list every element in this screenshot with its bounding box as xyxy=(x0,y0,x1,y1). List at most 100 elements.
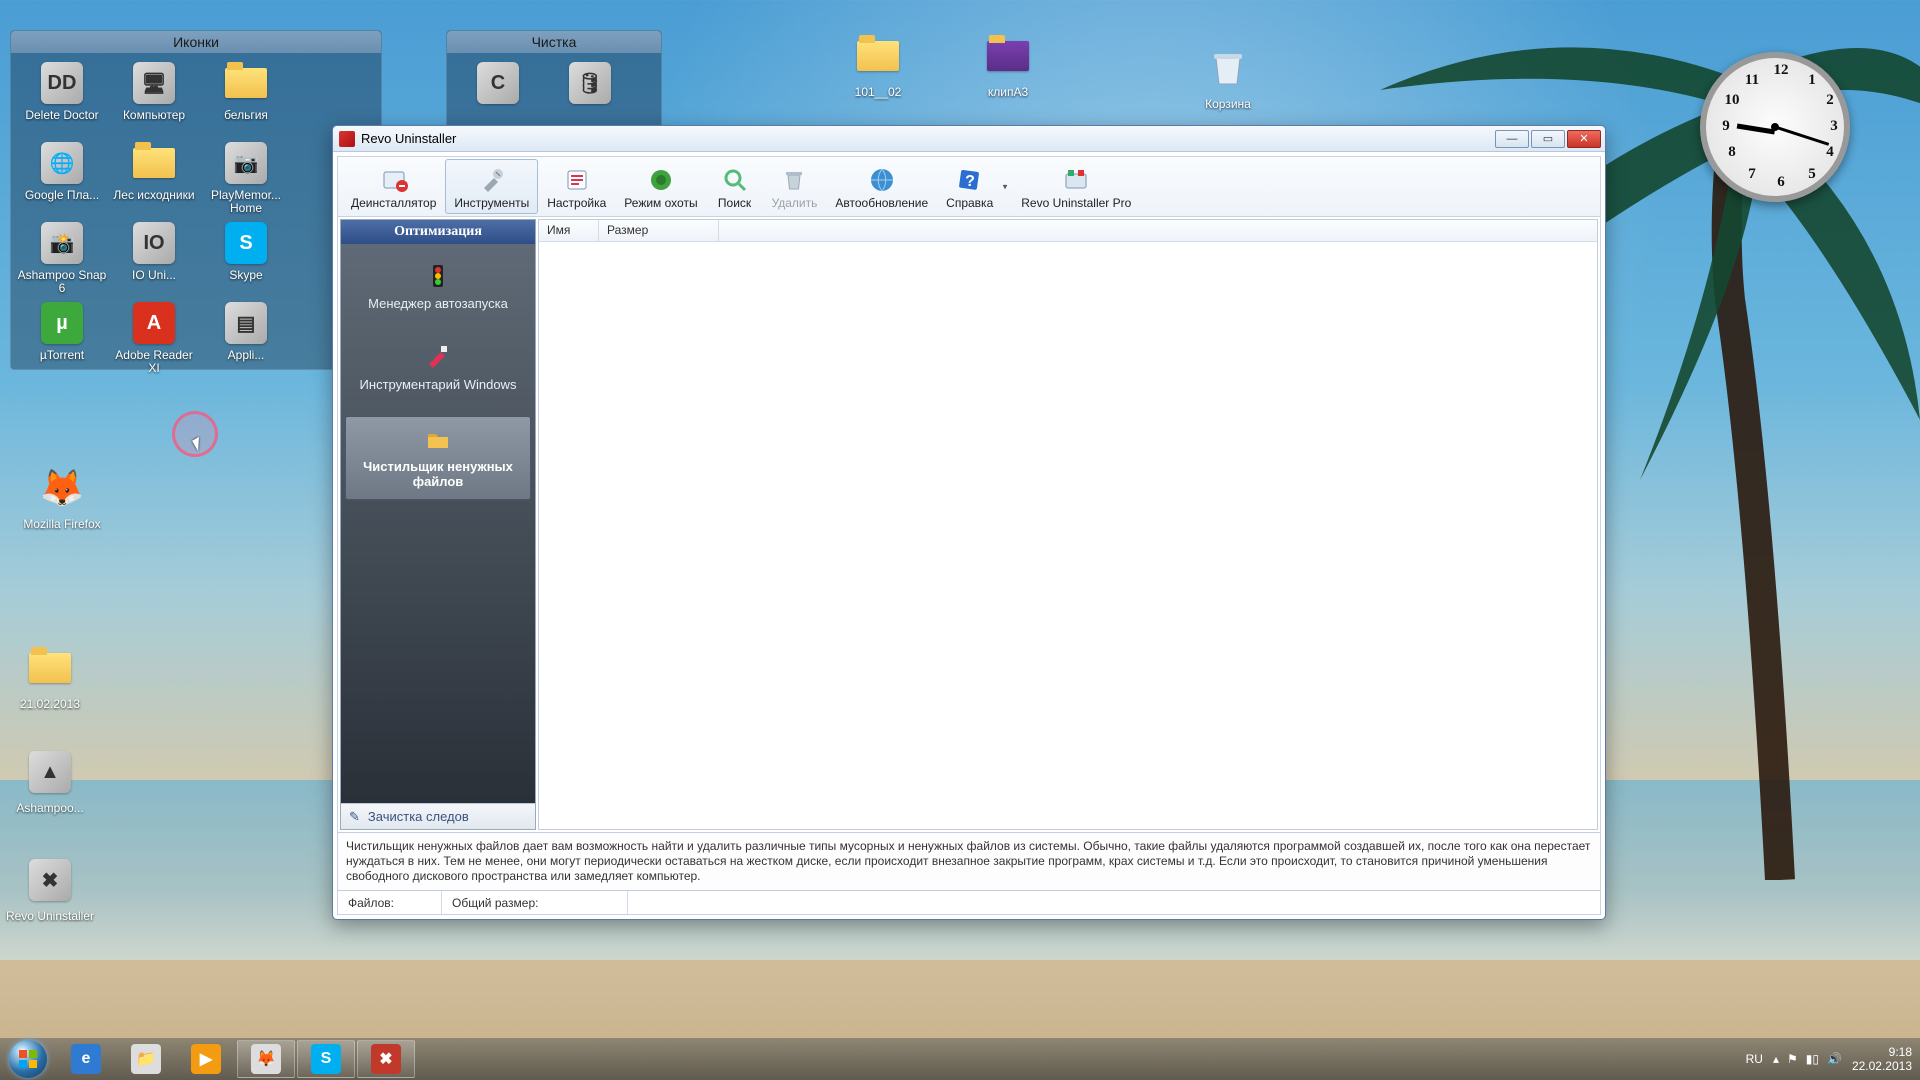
taskbar-pin-skype[interactable]: S xyxy=(297,1040,355,1078)
desktop-icon[interactable]: 🦊Mozilla Firefox xyxy=(12,460,112,544)
recycle-bin-icon xyxy=(1200,40,1256,96)
desktop-icon-label: 101__02 xyxy=(855,86,902,112)
folder-icon xyxy=(222,59,270,107)
battery-icon[interactable]: ▮▯ xyxy=(1806,1052,1819,1066)
desktop-icon-label: Google Пла... xyxy=(25,189,99,215)
desktop-icon-label: Лес исходники xyxy=(113,189,194,215)
sidebar-item[interactable]: Инструментарий Windows xyxy=(345,335,531,402)
uninstall-icon xyxy=(380,166,408,194)
target-icon xyxy=(647,166,675,194)
column-header[interactable]: Размер xyxy=(599,220,719,241)
taskbar-pin-firefox[interactable]: 🦊 xyxy=(237,1040,295,1078)
start-button[interactable] xyxy=(0,1038,56,1080)
fence-icons[interactable]: Иконки DDDelete Doctor🖥Компьютер бельгия 🌐… xyxy=(10,30,382,370)
folder-icon xyxy=(424,425,452,453)
clock-gadget[interactable]: 12 3 6 9 1 2 4 5 7 8 10 11 xyxy=(1700,52,1850,202)
tray-arrow-icon[interactable]: ▴ xyxy=(1773,1052,1779,1066)
column-header[interactable]: Имя xyxy=(539,220,599,241)
desktop-icon[interactable]: 📸Ashampoo Snap 6 xyxy=(17,219,107,295)
toolbar-search-button[interactable]: Поиск xyxy=(707,159,763,214)
toolbar-pro-button[interactable]: Revo Uninstaller Pro xyxy=(1012,159,1140,214)
taskbar-pin-explorer[interactable]: 📁 xyxy=(117,1040,175,1078)
taskbar-pin-revo[interactable]: ✖ xyxy=(357,1040,415,1078)
revo-icon: ✖ xyxy=(371,1044,401,1074)
desktop-icon[interactable]: ▤Appli... xyxy=(201,299,291,375)
desktop-icon-label: Delete Doctor xyxy=(25,109,98,135)
settings-icon xyxy=(563,166,591,194)
desktop-icon-label: Skype xyxy=(229,269,262,295)
toolbar-tools-button[interactable]: Инструменты xyxy=(445,159,538,214)
app-icon: 📸 xyxy=(38,219,86,267)
toolbar-label: Режим охоты xyxy=(624,196,697,210)
desktop-icon[interactable]: µµTorrent xyxy=(17,299,107,375)
desktop-icon[interactable]: 📷PlayMemor... Home xyxy=(201,139,291,215)
sidebar-item-label: Чистильщик ненужных файлов xyxy=(350,459,526,489)
taskbar-pin-wmp[interactable]: ▶ xyxy=(177,1040,235,1078)
list-pane: ИмяРазмер xyxy=(538,219,1598,830)
help-icon: ? xyxy=(956,166,984,194)
window-title: Revo Uninstaller xyxy=(361,131,456,146)
desktop-icon[interactable]: 🌐Google Пла... xyxy=(17,139,107,215)
desktop-icon-label: бельгия xyxy=(224,109,268,135)
search-icon xyxy=(721,166,749,194)
tray-clock[interactable]: 9:18 22.02.2013 xyxy=(1852,1045,1912,1073)
close-button[interactable]: ✕ xyxy=(1567,130,1601,148)
tray-lang[interactable]: RU xyxy=(1746,1052,1763,1066)
desktop-icon-label: Ashampoo Snap 6 xyxy=(17,269,107,295)
app-icon: C xyxy=(474,59,522,107)
desktop-icon[interactable]: 101__02 xyxy=(828,28,928,112)
desktop-icon[interactable]: C xyxy=(453,59,543,135)
desktop-icon[interactable]: Корзина xyxy=(1178,40,1278,124)
minimize-button[interactable]: ― xyxy=(1495,130,1529,148)
toolbar-uninstall-button[interactable]: Деинсталлятор xyxy=(342,159,445,214)
sidebar-item[interactable]: Менеджер автозапуска xyxy=(345,254,531,321)
svg-text:?: ? xyxy=(965,173,975,190)
desktop-icon[interactable]: клипА3 xyxy=(958,28,1058,112)
status-total-size: Общий размер: xyxy=(442,891,628,914)
toolbar-target-button[interactable]: Режим охоты xyxy=(615,159,706,214)
desktop-icon-label: µTorrent xyxy=(40,349,84,375)
flag-icon[interactable]: ⚑ xyxy=(1787,1052,1798,1066)
desktop-icon[interactable]: ▲Ashampoo... xyxy=(0,744,100,828)
desktop-icon-label: Revo Uninstaller xyxy=(6,910,94,936)
fence-header[interactable]: Чистка xyxy=(447,31,661,53)
windows-logo-icon xyxy=(9,1040,47,1078)
list-body[interactable] xyxy=(539,242,1597,829)
globe-icon xyxy=(868,166,896,194)
desktop-icon[interactable]: AAdobe Reader XI xyxy=(109,299,199,375)
desktop-icon[interactable]: бельгия xyxy=(201,59,291,135)
desktop-icon[interactable]: 🖥Компьютер xyxy=(109,59,199,135)
click-ripple xyxy=(172,411,218,457)
sidebar-footer[interactable]: ✎ Зачистка следов xyxy=(341,803,535,829)
app-icon: ▲ xyxy=(22,744,78,800)
desktop-icon[interactable]: DDDelete Doctor xyxy=(17,59,107,135)
app-icon: ✖ xyxy=(22,852,78,908)
desktop-icon[interactable]: 🛢 xyxy=(545,59,635,135)
desktop-icon[interactable]: SSkype xyxy=(201,219,291,295)
speaker-icon[interactable]: 🔊 xyxy=(1827,1052,1842,1066)
desktop-icon-label: Mozilla Firefox xyxy=(23,518,100,544)
desktop-icon[interactable]: ✖Revo Uninstaller xyxy=(0,852,100,936)
toolbar-settings-button[interactable]: Настройка xyxy=(538,159,615,214)
desktop-icon[interactable]: Лес исходники xyxy=(109,139,199,215)
app-icon: IO xyxy=(130,219,178,267)
system-tray[interactable]: RU ▴ ⚑ ▮▯ 🔊 9:18 22.02.2013 xyxy=(1746,1045,1912,1073)
desktop-icon[interactable]: IOIO Uni... xyxy=(109,219,199,295)
app-icon: ▤ xyxy=(222,299,270,347)
app-icon: 📷 xyxy=(222,139,270,187)
fence-header[interactable]: Иконки xyxy=(11,31,381,53)
maximize-button[interactable]: ▭ xyxy=(1531,130,1565,148)
fence-cleaning[interactable]: Чистка C 🛢 xyxy=(446,30,662,134)
desktop-icon-label: IO Uni... xyxy=(132,269,176,295)
taskbar[interactable]: e📁▶🦊S ✖ RU ▴ ⚑ ▮▯ 🔊 9:18 22.02.2013 xyxy=(0,1038,1920,1080)
sidebar-item-label: Инструментарий Windows xyxy=(349,377,527,392)
toolbar-label: Поиск xyxy=(718,196,751,210)
desktop-icon[interactable]: 21.02.2013 xyxy=(0,640,100,724)
taskbar-pin-ie[interactable]: e xyxy=(57,1040,115,1078)
titlebar[interactable]: Revo Uninstaller ― ▭ ✕ xyxy=(333,126,1605,152)
desktop-icon-label: 21.02.2013 xyxy=(20,698,80,724)
toolbar-help-button[interactable]: ?Справка xyxy=(937,159,1012,214)
desktop-icon-label: Appli... xyxy=(228,349,265,375)
sidebar-item[interactable]: Чистильщик ненужных файлов xyxy=(345,416,531,500)
toolbar-globe-button[interactable]: Автообновление xyxy=(826,159,937,214)
